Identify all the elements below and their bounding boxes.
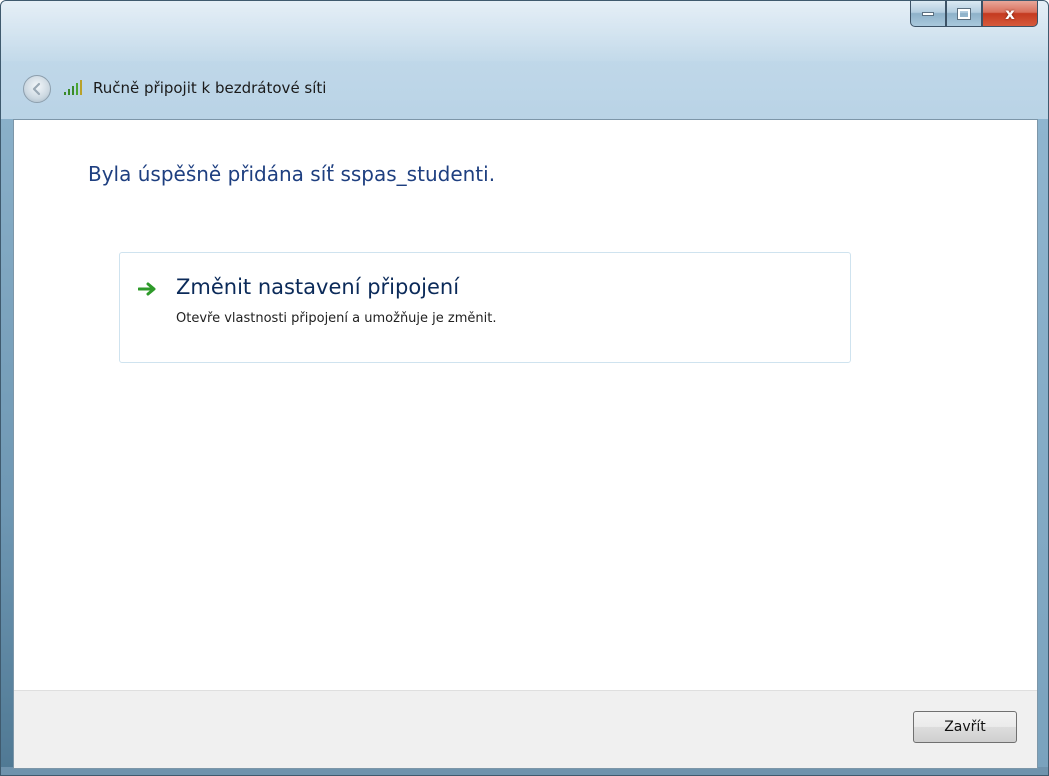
option-title: Změnit nastavení připojení (176, 275, 460, 299)
frame-left (1, 119, 13, 775)
page-heading: Byla úspěšně přidána síť sspas_studenti. (88, 162, 496, 186)
dialog-footer: Zavřít (14, 690, 1037, 768)
title-bar-glass (1, 1, 1048, 61)
close-window-button[interactable]: x (982, 1, 1038, 27)
green-arrow-icon (138, 282, 156, 296)
minimize-icon (922, 11, 934, 16)
dialog-window: x Ručně připojit k bezdrátové síti Byla … (0, 0, 1049, 776)
close-button[interactable]: Zavřít (913, 711, 1017, 743)
back-arrow-icon (32, 82, 41, 96)
wireless-signal-icon (64, 80, 82, 95)
option-description: Otevře vlastnosti připojení a umožňuje j… (176, 311, 497, 326)
minimize-button[interactable] (910, 1, 946, 27)
window-title: Ručně připojit k bezdrátové síti (93, 79, 327, 97)
caption-buttons: x (910, 1, 1038, 39)
close-icon: x (1005, 4, 1015, 23)
maximize-icon (957, 7, 971, 20)
back-button[interactable] (23, 75, 51, 103)
client-area: Byla úspěšně přidána síť sspas_studenti.… (13, 119, 1038, 769)
maximize-button[interactable] (946, 1, 982, 27)
change-connection-settings-option[interactable]: Změnit nastavení připojení Otevře vlastn… (119, 252, 851, 363)
